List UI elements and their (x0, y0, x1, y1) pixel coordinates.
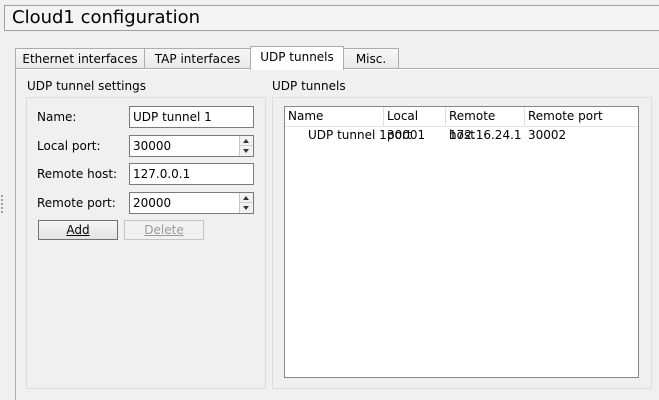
title-frame: Cloud1 configuration (4, 5, 659, 31)
spin-down-icon[interactable] (240, 203, 253, 213)
row-remote-host-cell: 172.16.24.1 (449, 128, 522, 142)
column-header-name[interactable]: Name (285, 107, 384, 126)
table-row[interactable]: UDP tunnel 1 30001 172.16.24.1 30002 (285, 127, 638, 143)
tab-tap-interfaces[interactable]: TAP interfaces (144, 48, 251, 70)
table-header: Name Local port Remote host Remote port (285, 107, 639, 142)
local-port-value: 30000 (133, 139, 172, 153)
remote-host-input[interactable] (129, 163, 254, 185)
name-input[interactable] (129, 106, 254, 128)
column-header-remote-host[interactable]: Remote host (446, 107, 525, 142)
add-button[interactable]: Add (38, 220, 118, 240)
splitter-grip-icon[interactable] (0, 195, 3, 215)
tab-udp-tunnels[interactable]: UDP tunnels (250, 46, 344, 70)
add-button-label: Add (66, 223, 90, 237)
column-header-remote-port[interactable]: Remote port (525, 107, 639, 126)
window-title: Cloud1 configuration (12, 7, 200, 28)
local-port-spinbox[interactable]: 30000 (129, 135, 254, 157)
tunnels-table[interactable]: Name Local port Remote host Remote port … (284, 106, 639, 378)
local-port-spin-arrows (239, 136, 253, 156)
local-port-label: Local port: (37, 139, 101, 153)
tab-ethernet-interfaces[interactable]: Ethernet interfaces (15, 48, 145, 70)
row-remote-port-cell: 30002 (528, 128, 567, 142)
spin-up-icon[interactable] (240, 193, 253, 203)
tunnels-group-title: UDP tunnels (272, 79, 346, 93)
spin-up-icon[interactable] (240, 136, 253, 146)
title-bar: Cloud1 configuration (0, 0, 659, 36)
remote-port-spin-arrows (239, 193, 253, 213)
tab-bar: Ethernet interfaces TAP interfaces UDP t… (15, 46, 659, 70)
remote-port-value: 20000 (133, 196, 172, 210)
spin-down-icon[interactable] (240, 146, 253, 156)
name-label: Name: (37, 110, 77, 124)
remote-host-label: Remote host: (37, 167, 118, 181)
row-local-port-cell: 30001 (387, 128, 426, 142)
row-name-cell: UDP tunnel 1 (308, 128, 387, 142)
tab-misc[interactable]: Misc. (343, 48, 399, 70)
column-header-local-port[interactable]: Local port (384, 107, 446, 142)
remote-port-label: Remote port: (37, 196, 116, 210)
remote-port-spinbox[interactable]: 20000 (129, 192, 254, 214)
delete-button: Delete (124, 220, 204, 240)
settings-group-title: UDP tunnel settings (27, 79, 146, 93)
delete-button-label: Delete (144, 223, 184, 237)
